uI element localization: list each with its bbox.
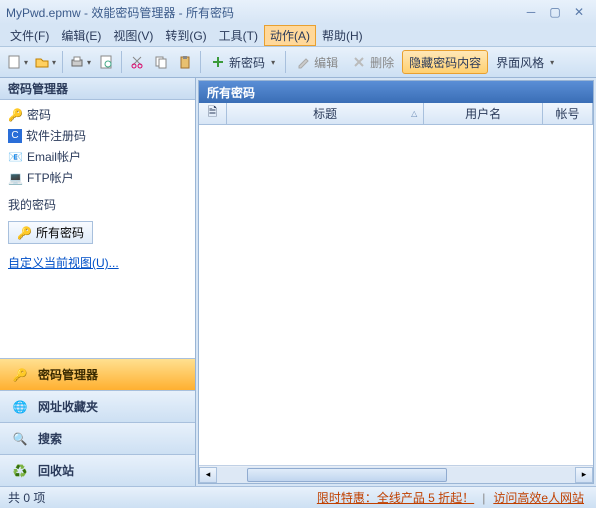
- customize-view-link[interactable]: 自定义当前视图(U)...: [8, 256, 119, 270]
- horizontal-scrollbar[interactable]: ◂ ▸: [199, 465, 593, 483]
- column-account[interactable]: 帐号: [543, 103, 593, 124]
- globe-icon: 🌐: [10, 397, 30, 417]
- status-bar: 共 0 项 限时特惠：全线产品 5 折起！ | 访问高效e人网站: [0, 486, 596, 508]
- my-password-label: 我的密码: [0, 192, 195, 217]
- grid-body: [199, 125, 593, 465]
- column-icon[interactable]: 🗎: [199, 103, 227, 124]
- sort-asc-icon: △: [411, 109, 417, 118]
- hide-password-content-button[interactable]: 隐藏密码内容: [402, 50, 488, 74]
- window-title: MyPwd.epmw - 效能密码管理器 - 所有密码: [6, 4, 518, 21]
- sidebar-header: 密码管理器: [0, 78, 195, 100]
- search-icon: 🔍: [10, 429, 30, 449]
- nav-recycle[interactable]: ♻️回收站: [0, 454, 195, 486]
- email-icon: 📧: [8, 150, 23, 164]
- visit-site-link[interactable]: 访问高效e人网站: [493, 489, 584, 506]
- title-bar: MyPwd.epmw - 效能密码管理器 - 所有密码 ─ ▢ ✕: [0, 0, 596, 24]
- nav-search[interactable]: 🔍搜索: [0, 422, 195, 454]
- close-button[interactable]: ✕: [568, 4, 590, 20]
- scroll-right-button[interactable]: ▸: [575, 467, 593, 483]
- nav-password-manager[interactable]: 🔑密码管理器: [0, 358, 195, 390]
- maximize-button[interactable]: ▢: [544, 4, 566, 20]
- tree-item-ftp[interactable]: 💻FTP帐户: [4, 167, 191, 188]
- scroll-track[interactable]: [217, 467, 575, 483]
- edit-button[interactable]: 编辑: [290, 50, 344, 74]
- tree-item-email[interactable]: 📧Email帐户: [4, 146, 191, 167]
- new-password-button[interactable]: 新密码▾: [205, 50, 281, 74]
- delete-button[interactable]: 删除: [346, 50, 400, 74]
- print-button[interactable]: ▾: [67, 50, 93, 74]
- grid-header: 🗎 标题△ 用户名 帐号: [199, 103, 593, 125]
- open-button[interactable]: ▾: [32, 50, 58, 74]
- copy-button[interactable]: [150, 50, 172, 74]
- menu-edit[interactable]: 编辑(E): [55, 25, 107, 46]
- menu-tool[interactable]: 工具(T): [213, 25, 264, 46]
- tree-item-password[interactable]: 🔑密码: [4, 104, 191, 125]
- menu-bar: 文件(F) 编辑(E) 视图(V) 转到(G) 工具(T) 动作(A) 帮助(H…: [0, 24, 596, 46]
- ftp-icon: 💻: [8, 171, 23, 185]
- cut-button[interactable]: [126, 50, 148, 74]
- key-icon: 🔑: [17, 226, 32, 240]
- new-doc-button[interactable]: ▾: [4, 50, 30, 74]
- menu-action[interactable]: 动作(A): [264, 25, 316, 46]
- key-icon: 🔑: [10, 365, 30, 385]
- scroll-left-button[interactable]: ◂: [199, 467, 217, 483]
- sidebar: 密码管理器 🔑密码 C软件注册码 📧Email帐户 💻FTP帐户 我的密码 🔑所…: [0, 78, 196, 486]
- menu-file[interactable]: 文件(F): [4, 25, 55, 46]
- column-user[interactable]: 用户名: [424, 103, 543, 124]
- key-icon: 🔑: [8, 108, 23, 122]
- promo-link[interactable]: 限时特惠：全线产品 5 折起！: [317, 489, 474, 506]
- minimize-button[interactable]: ─: [520, 4, 542, 20]
- recycle-icon: ♻️: [10, 461, 30, 481]
- toolbar: ▾ ▾ ▾ 新密码▾ 编辑 删除 隐藏密码内容 界面风格▾: [0, 46, 596, 78]
- status-count: 共 0 项: [8, 489, 313, 506]
- doc-icon: 🗎: [208, 103, 218, 124]
- preview-button[interactable]: [95, 50, 117, 74]
- skin-button[interactable]: 界面风格▾: [490, 50, 560, 74]
- nav-favorites[interactable]: 🌐网址收藏夹: [0, 390, 195, 422]
- paste-button[interactable]: [174, 50, 196, 74]
- content-title: 所有密码: [199, 81, 593, 103]
- tree-item-software[interactable]: C软件注册码: [4, 125, 191, 146]
- menu-goto[interactable]: 转到(G): [159, 25, 212, 46]
- all-passwords-button[interactable]: 🔑所有密码: [8, 221, 93, 244]
- content-area: 所有密码 🗎 标题△ 用户名 帐号 ◂ ▸: [198, 80, 594, 484]
- menu-help[interactable]: 帮助(H): [316, 25, 369, 46]
- column-title[interactable]: 标题△: [227, 103, 424, 124]
- scroll-thumb[interactable]: [247, 468, 447, 482]
- menu-view[interactable]: 视图(V): [107, 25, 159, 46]
- software-icon: C: [8, 129, 22, 143]
- password-tree: 🔑密码 C软件注册码 📧Email帐户 💻FTP帐户: [0, 100, 195, 192]
